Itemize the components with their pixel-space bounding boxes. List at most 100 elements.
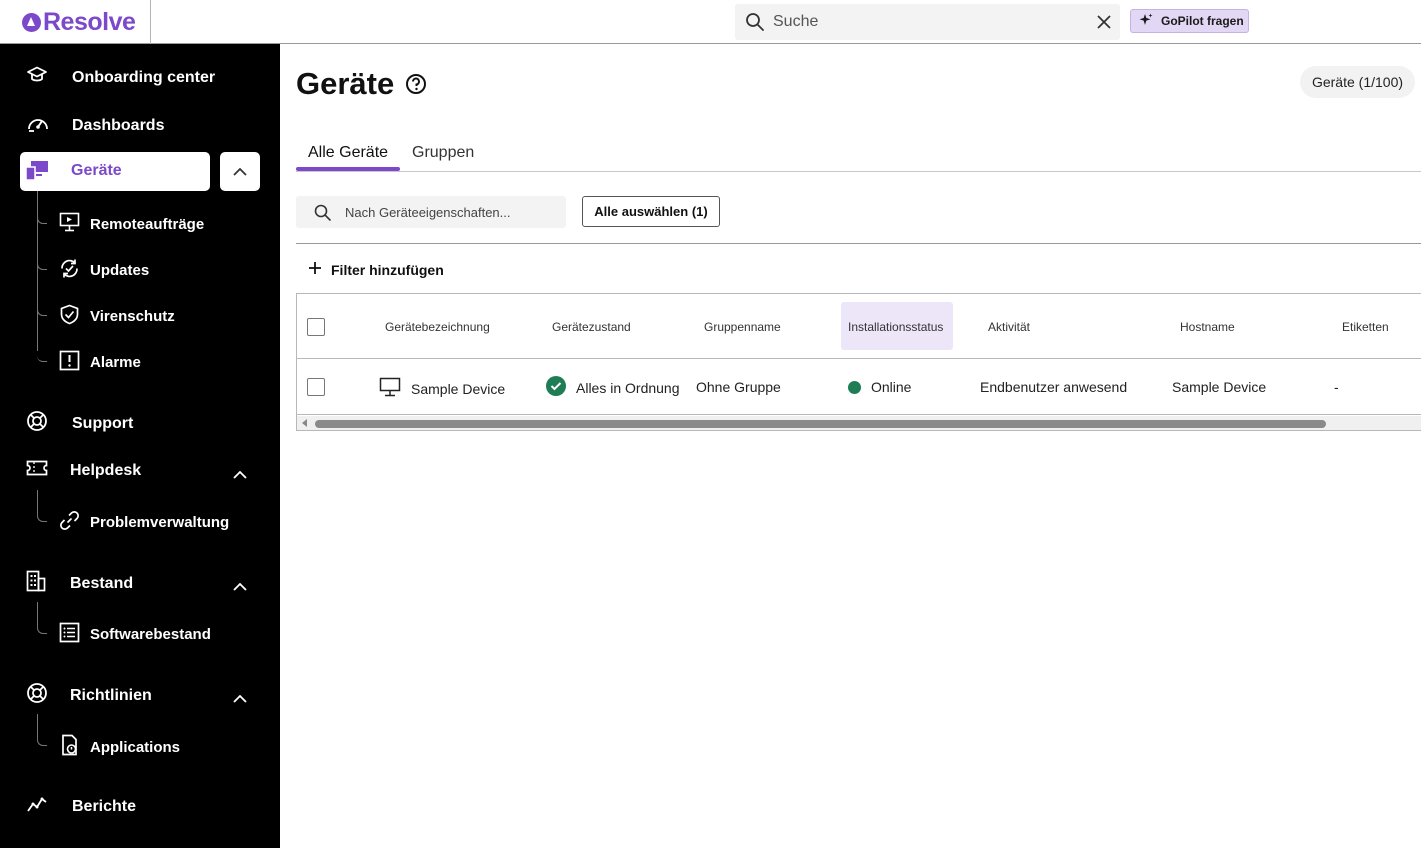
select-all-checkbox[interactable] [307, 318, 325, 336]
table-header: Gerätebezeichnung Gerätezustand Gruppenn… [297, 294, 1421, 359]
global-search-input[interactable]: Suche [735, 4, 1120, 40]
tree-branch [37, 490, 47, 522]
gopilot-label: GoPilot fragen [1161, 14, 1244, 28]
main-content: Geräte Geräte (1/100) Alle Geräte Gruppe… [280, 44, 1421, 848]
tree-branch [37, 304, 47, 316]
sidebar-item-problemverwaltung[interactable]: Problemverwaltung [59, 510, 229, 535]
cell-device-state: Alles in Ordnung [546, 376, 680, 399]
device-filter-placeholder: Nach Geräteeigenschaften... [345, 205, 511, 220]
geraete-collapse-button[interactable] [220, 152, 260, 191]
devices-icon [25, 160, 49, 187]
sidebar-item-label: Geräte [71, 162, 122, 179]
sidebar-item-label: Dashboards [72, 116, 165, 134]
sidebar-item-berichte[interactable]: Berichte [26, 794, 136, 819]
search-icon [314, 204, 332, 227]
devices-table: Gerätebezeichnung Gerätezustand Gruppenn… [296, 293, 1421, 431]
check-circle-icon [546, 376, 566, 399]
device-filter-input[interactable]: Nach Geräteeigenschaften... [296, 196, 566, 228]
logo-text: Resolve [43, 8, 136, 36]
tab-bar: Alle Geräte Gruppen [296, 136, 1421, 172]
column-header-geraetezustand[interactable]: Gerätezustand [552, 320, 631, 334]
cell-install-status: Online [848, 379, 911, 395]
clear-search-icon[interactable] [1095, 13, 1113, 36]
cell-group: Ohne Gruppe [696, 379, 781, 395]
column-header-installationsstatus[interactable]: Installationsstatus [848, 320, 943, 334]
search-icon [745, 12, 765, 37]
tree-branch [37, 340, 47, 362]
cell-hostname: Sample Device [1172, 379, 1267, 395]
sidebar-item-label: Richtlinien [70, 686, 152, 704]
tree-branch [37, 212, 47, 224]
sidebar-item-softwarebestand[interactable]: Softwarebestand [59, 622, 211, 647]
tree-branch [37, 714, 47, 746]
divider [296, 243, 1421, 244]
graduation-cap-icon [26, 64, 48, 91]
sidebar-item-helpdesk[interactable]: Helpdesk [26, 458, 141, 483]
bestand-chevron-up-icon[interactable] [233, 578, 247, 596]
logo-area[interactable]: Resolve [0, 0, 151, 44]
column-header-hostname[interactable]: Hostname [1180, 320, 1235, 334]
shield-check-icon [59, 304, 80, 329]
lifebuoy-icon [26, 682, 48, 709]
speedometer-icon [26, 112, 50, 139]
cell-labels: - [1334, 379, 1339, 395]
sidebar-item-support[interactable]: Support [26, 410, 133, 437]
sidebar-item-label: Onboarding center [72, 68, 216, 86]
richtlinien-chevron-up-icon[interactable] [233, 690, 247, 708]
sidebar-item-alarme[interactable]: Alarme [59, 350, 141, 375]
sidebar-subitem-label: Updates [90, 262, 150, 279]
row-checkbox[interactable] [307, 378, 325, 396]
app-file-icon [59, 734, 80, 760]
refresh-check-icon [59, 258, 80, 283]
install-status-text: Online [871, 379, 912, 395]
horizontal-scrollbar[interactable] [297, 416, 1421, 430]
sidebar-item-virenschutz[interactable]: Virenschutz [59, 304, 175, 329]
tab-gruppen[interactable]: Gruppen [412, 144, 474, 162]
column-header-aktivitaet[interactable]: Aktivität [988, 320, 1030, 334]
device-state-text: Alles in Ordnung [576, 379, 680, 396]
select-all-button[interactable]: Alle auswählen (1) [582, 196, 720, 227]
sidebar-subitem-label: Alarme [90, 354, 141, 371]
tab-alle-geraete[interactable]: Alle Geräte [308, 144, 388, 162]
plus-icon [308, 261, 322, 278]
column-header-gruppenname[interactable]: Gruppenname [704, 320, 781, 334]
list-icon [59, 622, 80, 647]
column-header-geraetebezeichnung[interactable]: Gerätebezeichnung [385, 320, 490, 334]
tree-branch [37, 602, 47, 634]
logo[interactable]: Resolve [22, 8, 136, 36]
sidebar-item-label: Support [72, 414, 134, 432]
scroll-left-arrow-icon[interactable] [302, 419, 307, 427]
building-icon [26, 570, 46, 597]
sidebar-subitem-label: Virenschutz [90, 308, 175, 325]
sidebar-item-updates[interactable]: Updates [59, 258, 149, 283]
scrollbar-thumb[interactable] [315, 420, 1326, 428]
sidebar-item-bestand[interactable]: Bestand [26, 570, 133, 597]
monitor-play-icon [59, 212, 80, 236]
table-row[interactable]: Sample Device Alles in Ordnung Ohne Grup… [297, 360, 1421, 415]
online-status-dot [848, 380, 861, 394]
sidebar-item-onboarding[interactable]: Onboarding center [26, 64, 215, 91]
lifebuoy-icon [26, 410, 48, 437]
column-header-etiketten[interactable]: Etiketten [1342, 320, 1389, 334]
sidebar-item-dashboards[interactable]: Dashboards [26, 112, 164, 139]
page-title: Geräte [296, 66, 395, 101]
sidebar-item-remoteauftraege[interactable]: Remoteaufträge [59, 212, 204, 236]
sidebar-item-richtlinien[interactable]: Richtlinien [26, 682, 152, 709]
help-circle-icon[interactable] [405, 73, 427, 100]
sidebar-item-label: Bestand [70, 574, 134, 592]
alert-square-icon [59, 350, 80, 375]
cell-device-name[interactable]: Sample Device [379, 377, 505, 400]
add-filter-button[interactable]: Filter hinzufügen [308, 261, 444, 278]
line-chart-icon [26, 794, 48, 819]
global-search-placeholder: Suche [773, 13, 819, 30]
sidebar-item-label: Helpdesk [70, 461, 142, 479]
helpdesk-chevron-up-icon[interactable] [233, 466, 247, 484]
sidebar-item-applications[interactable]: Applications [59, 734, 180, 760]
add-filter-label: Filter hinzufügen [331, 261, 444, 278]
sparkle-icon [1139, 13, 1153, 30]
device-count-badge: Geräte (1/100) [1300, 66, 1415, 98]
sidebar-subitem-label: Problemverwaltung [90, 514, 230, 531]
monitor-icon [379, 377, 401, 400]
cell-activity: Endbenutzer anwesend [980, 379, 1128, 395]
gopilot-button[interactable]: GoPilot fragen [1130, 9, 1249, 33]
